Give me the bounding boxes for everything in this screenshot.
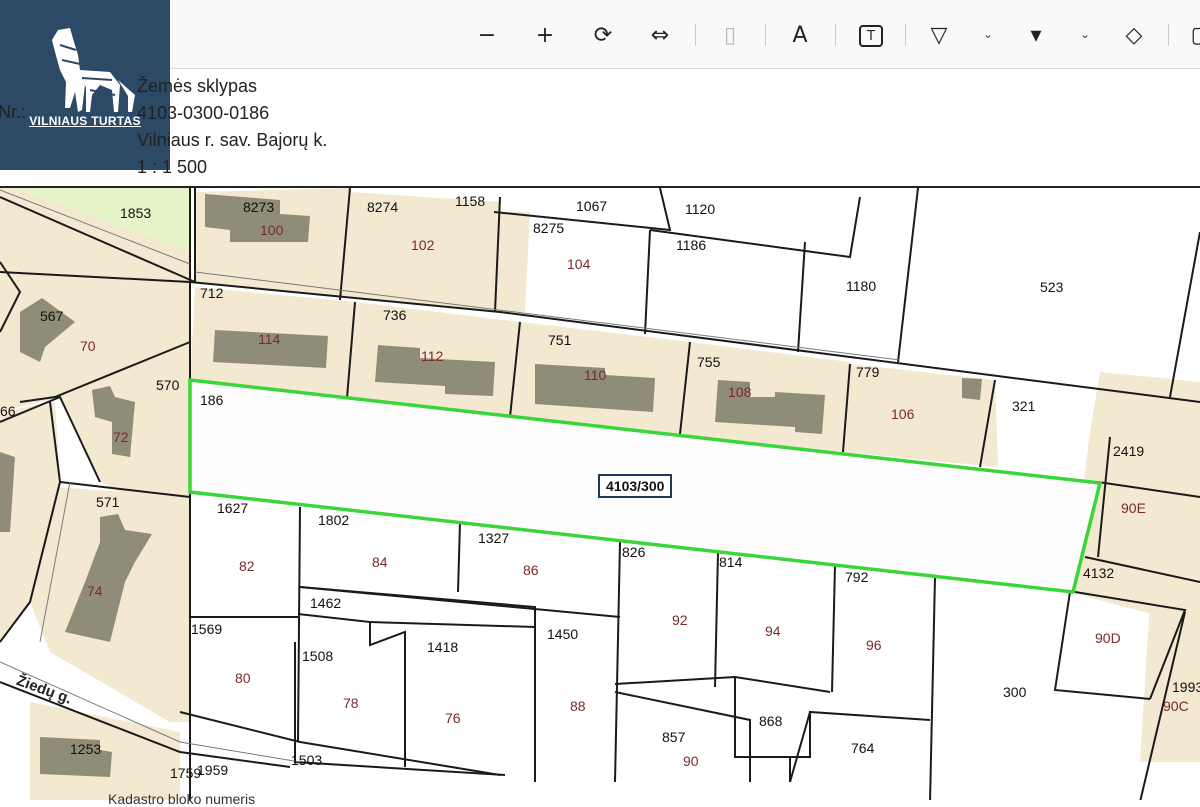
parcel-number-label: 857 <box>662 729 686 745</box>
parcel-number-label: 1853 <box>120 205 152 221</box>
parcel-number-label: 1186 <box>676 237 707 253</box>
house-number-label: 108 <box>728 384 752 400</box>
eraser-icon[interactable]: ◇ <box>1119 20 1149 50</box>
parcel-number-label: 1959 <box>197 762 229 778</box>
parcel-number-label: 755 <box>697 354 721 370</box>
toolbar-separator <box>765 24 766 46</box>
house-number-label: 86 <box>523 562 539 578</box>
house-number-label: 90E <box>1121 500 1146 516</box>
house-number-label: 74 <box>87 583 103 599</box>
house-number-label: 106 <box>891 406 915 422</box>
text-box-icon[interactable]: T <box>859 25 883 47</box>
highlight-options-chevron-icon[interactable]: ⌄ <box>1077 26 1093 42</box>
house-number-label: 80 <box>235 670 251 686</box>
fit-width-icon[interactable]: ⇔ <box>645 20 675 50</box>
parcel-number-label: 1450 <box>547 626 579 642</box>
toolbar-separator <box>1168 24 1169 46</box>
parcel-number-label: 712 <box>200 285 224 301</box>
house-number-label: 70 <box>80 338 96 354</box>
house-number-label: 94 <box>765 623 781 639</box>
parcel-number-label: 1180 <box>846 278 877 294</box>
highlighted-parcel-label[interactable]: 4103/300 <box>598 474 673 498</box>
zoom-in-icon[interactable]: + <box>530 20 560 50</box>
draw-icon[interactable]: ▽ <box>924 20 954 50</box>
pdf-toolbar: ⌄ ⌄ −+ ⟳ ⇔ ▯ A T ▽ ▾ ◇ ▢ <box>0 0 1200 69</box>
house-number-label: 78 <box>343 695 359 711</box>
parcel-number-label: 1503 <box>291 752 323 768</box>
parcel-number-label: 300 <box>1003 684 1027 700</box>
parcel-number-label: 1508 <box>302 648 334 664</box>
parcel-number-label: 8275 <box>533 220 565 236</box>
page-view-icon[interactable]: ▯ <box>715 20 745 50</box>
highlight-icon[interactable]: ▾ <box>1021 20 1051 50</box>
document-type: Žemės sklypas <box>137 76 258 96</box>
toolbar-separator <box>905 24 906 46</box>
house-number-label: 76 <box>445 710 461 726</box>
parcel-number-label: 1569 <box>191 621 223 637</box>
house-number-label: 82 <box>239 558 255 574</box>
footer-caption: Kadastro bloko numeris <box>108 791 256 807</box>
parcel-number-label: 1067 <box>576 198 608 214</box>
parcel-number-label: 764 <box>851 740 875 756</box>
more-tools-icon[interactable]: ▢ <box>1186 20 1200 50</box>
toolbar-separator <box>695 24 696 46</box>
parcel-number-label: 1120 <box>685 201 716 217</box>
parcel-number-label: 523 <box>1040 279 1064 295</box>
toolbar-separator <box>835 24 836 46</box>
house-number-label: 112 <box>421 348 444 364</box>
read-aloud-icon[interactable]: A <box>785 20 815 50</box>
rotate-icon[interactable]: ⟳ <box>588 20 618 50</box>
parcel-number-label: 8274 <box>367 199 399 215</box>
house-number-label: 96 <box>866 637 882 653</box>
parcel-number-label: 66 <box>0 403 16 419</box>
house-number-label: 84 <box>372 554 388 570</box>
scale-text: 1 : 1 500 <box>137 157 208 177</box>
house-number-label: 102 <box>411 237 435 253</box>
parcel-number-label: 1462 <box>310 595 342 611</box>
parcel-number-label: 1418 <box>427 639 459 655</box>
zoom-out-icon[interactable]: − <box>472 20 502 50</box>
parcel-number-label: 751 <box>548 332 572 348</box>
house-number-label: 104 <box>567 256 591 272</box>
parcel-number-label: 736 <box>383 307 407 323</box>
parcel-number-label: 1158 <box>455 193 486 209</box>
parcel-number-label: 779 <box>856 364 880 380</box>
house-number-label: 72 <box>113 429 129 445</box>
parcel-number-label: 814 <box>719 554 743 570</box>
parcel-number-label: 1802 <box>318 512 350 528</box>
cadastral-number: 4103-0300-0186 <box>137 103 270 123</box>
cadastral-map: 4103/300 Žiedų g. <box>0 186 1200 800</box>
parcel-number-label: 8273 <box>243 199 275 215</box>
parcel-number-label: 570 <box>156 377 180 393</box>
parcel-number-label: 4132 <box>1083 565 1115 581</box>
parcel-number-label: 826 <box>622 544 646 560</box>
parcel-number-label: 571 <box>96 494 120 510</box>
house-number-label: 90D <box>1095 630 1121 646</box>
parcel-number-label: 321 <box>1012 398 1036 414</box>
house-number-label: 92 <box>672 612 688 628</box>
location-text: Vilniaus r. sav. Bajorų k. <box>137 130 328 150</box>
house-number-label: 100 <box>260 222 284 238</box>
house-number-label: 90C <box>1163 698 1189 714</box>
parcel-number-label: 792 <box>845 569 869 585</box>
parcel-number-label: 186 <box>200 392 224 408</box>
parcel-number-label: 868 <box>759 713 783 729</box>
parcel-number-label: 1627 <box>217 500 249 516</box>
parcel-number-label: 1253 <box>70 741 102 757</box>
house-number-label: 88 <box>570 698 586 714</box>
house-number-label: 90 <box>683 753 699 769</box>
house-number-label: 110 <box>584 367 607 383</box>
nr-label: Nr.: <box>0 102 27 122</box>
parcel-number-label: 1993 <box>1172 679 1200 695</box>
parcel-number-label: 1327 <box>478 530 510 546</box>
house-number-label: 114 <box>258 331 281 347</box>
draw-options-chevron-icon[interactable]: ⌄ <box>980 26 996 42</box>
parcel-number-label: 567 <box>40 308 64 324</box>
parcel-number-label: 2419 <box>1113 443 1145 459</box>
